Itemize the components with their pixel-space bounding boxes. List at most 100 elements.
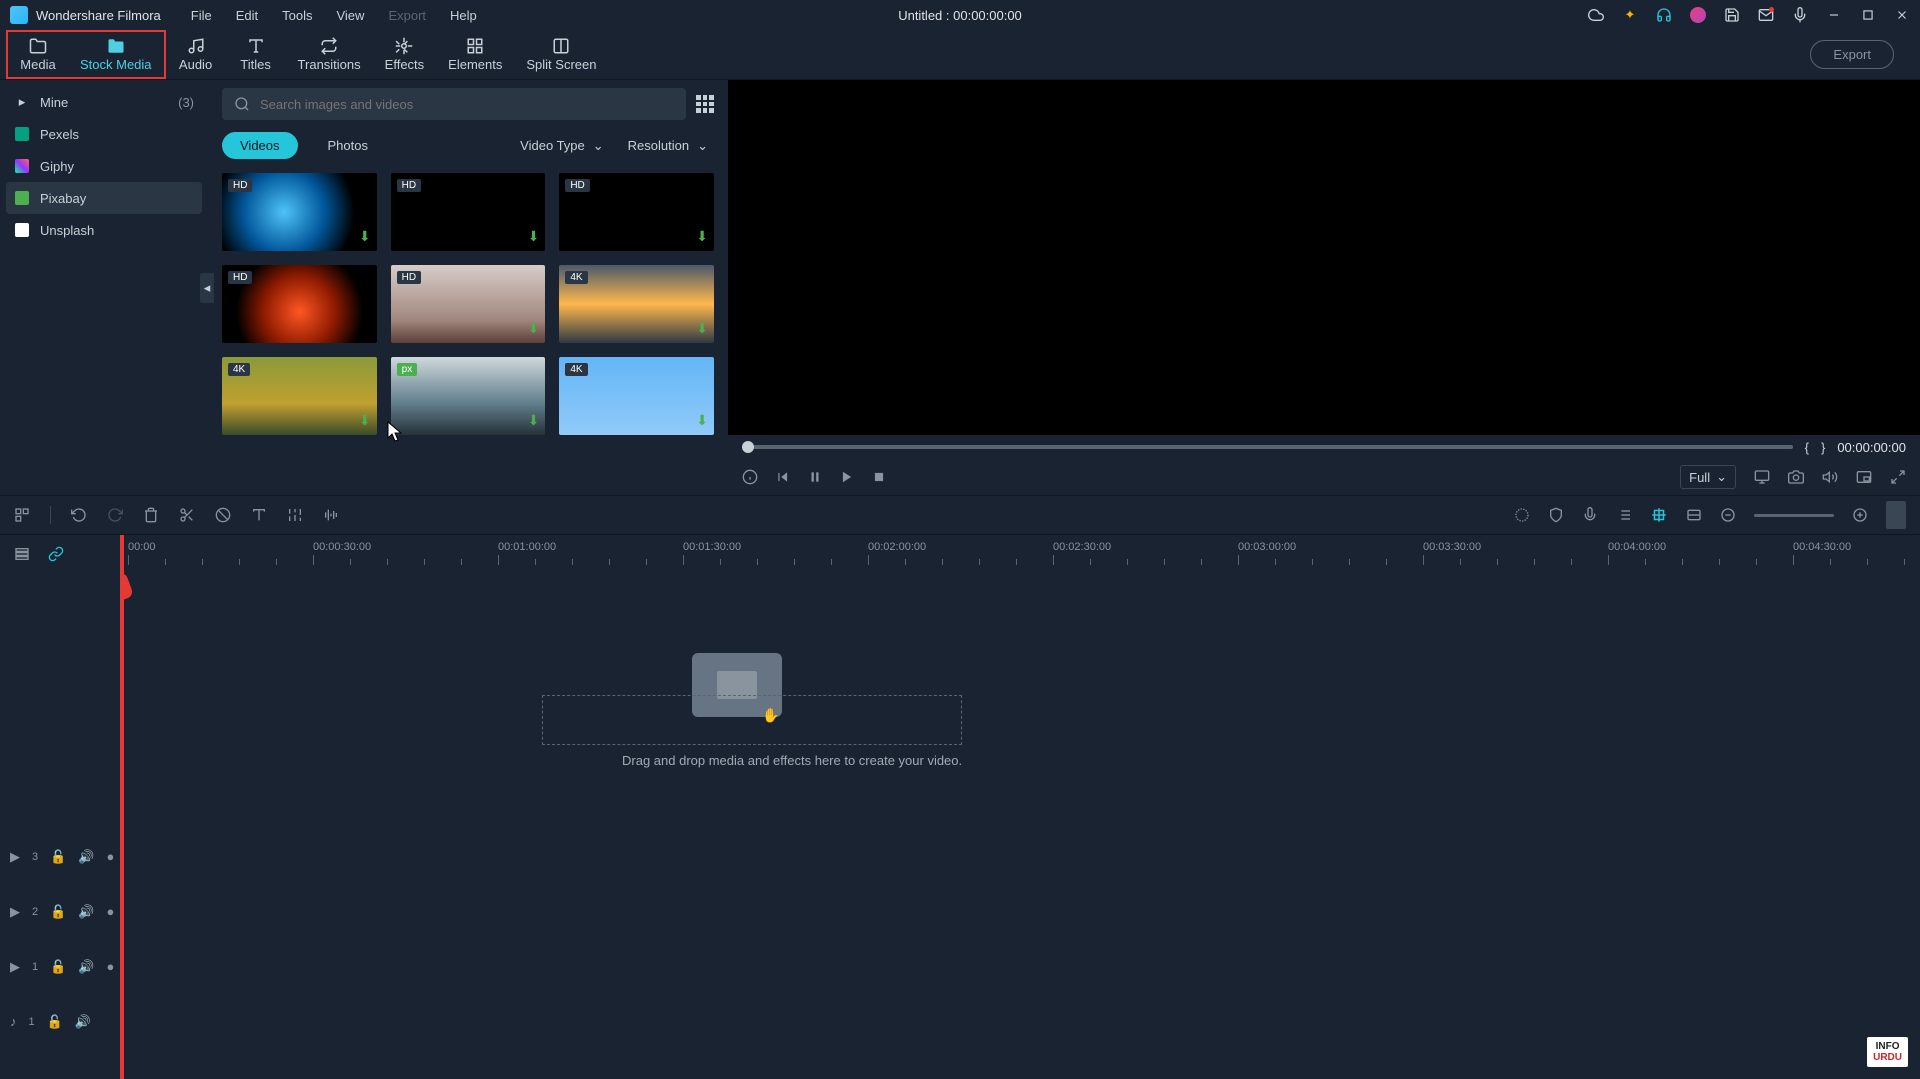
filter-photos-pill[interactable]: Photos — [310, 132, 386, 159]
menu-tools[interactable]: Tools — [282, 8, 312, 23]
auto-ripple-icon[interactable] — [1650, 506, 1668, 524]
audio-tool-icon[interactable] — [323, 507, 339, 523]
tab-elements[interactable]: Elements — [436, 30, 514, 79]
media-thumbnail[interactable]: HD — [222, 265, 377, 343]
mute-icon[interactable]: 🔊 — [75, 1014, 91, 1030]
playhead-knob[interactable] — [122, 571, 134, 600]
mute-icon[interactable]: 🔊 — [78, 959, 94, 975]
mark-out-icon[interactable]: } — [1821, 440, 1825, 455]
menu-edit[interactable]: Edit — [236, 8, 258, 23]
tab-media[interactable]: Media — [8, 32, 68, 77]
visibility-icon[interactable]: ● — [107, 904, 115, 919]
preview-viewport[interactable] — [728, 80, 1920, 435]
render-icon[interactable] — [1514, 507, 1530, 523]
mute-icon[interactable]: 🔊 — [78, 849, 94, 865]
account-icon[interactable] — [1690, 7, 1706, 23]
search-box[interactable] — [222, 88, 686, 120]
menu-view[interactable]: View — [336, 8, 364, 23]
close-icon[interactable] — [1894, 7, 1910, 23]
menu-file[interactable]: File — [191, 8, 212, 23]
filter-videos-pill[interactable]: Videos — [222, 132, 298, 159]
audio-track-1-header[interactable]: ♪1 🔓 🔊 — [0, 994, 120, 1049]
speed-icon[interactable] — [287, 507, 303, 523]
save-icon[interactable] — [1724, 7, 1740, 23]
media-thumbnail[interactable]: px⬇ — [391, 357, 546, 435]
download-icon[interactable]: ⬇ — [359, 412, 371, 429]
search-input[interactable] — [260, 97, 674, 112]
stop-icon[interactable] — [872, 470, 886, 484]
maximize-icon[interactable] — [1860, 7, 1876, 23]
grid-view-icon[interactable] — [696, 95, 714, 113]
tab-effects[interactable]: Effects — [373, 30, 437, 79]
tab-audio[interactable]: Audio — [166, 30, 226, 79]
zoom-in-icon[interactable] — [1852, 507, 1868, 523]
support-icon[interactable] — [1656, 7, 1672, 23]
sidebar-item-pexels[interactable]: Pexels — [0, 118, 208, 150]
track-manager-icon[interactable] — [14, 546, 30, 562]
media-thumbnail[interactable]: HD⬇ — [222, 173, 377, 251]
download-icon[interactable]: ⬇ — [696, 412, 708, 429]
media-thumbnail[interactable]: 4K⬇ — [222, 357, 377, 435]
download-icon[interactable]: ⬇ — [696, 228, 708, 245]
video-track-2-header[interactable]: ▶2 🔓 🔊 ● — [0, 884, 120, 939]
minimize-icon[interactable] — [1826, 7, 1842, 23]
download-icon[interactable]: ⬇ — [696, 320, 708, 337]
quality-select[interactable]: Full ⌄ — [1680, 465, 1736, 489]
playhead[interactable] — [122, 535, 124, 1079]
media-thumbnail[interactable]: 4K⬇ — [559, 357, 714, 435]
drop-zone[interactable] — [542, 695, 962, 745]
menu-export[interactable]: Export — [388, 8, 426, 23]
lock-icon[interactable]: 🔓 — [50, 959, 66, 975]
crop-icon[interactable] — [215, 507, 231, 523]
scrub-track[interactable] — [742, 445, 1793, 449]
layout-icon[interactable] — [14, 507, 30, 523]
tab-transitions[interactable]: Transitions — [286, 30, 373, 79]
redo-icon[interactable] — [107, 507, 123, 523]
sidebar-item-unsplash[interactable]: Unsplash — [0, 214, 208, 246]
menu-help[interactable]: Help — [450, 8, 477, 23]
mark-in-icon[interactable]: { — [1805, 440, 1809, 455]
export-button[interactable]: Export — [1810, 40, 1894, 69]
cloud-icon[interactable] — [1588, 7, 1604, 23]
lock-icon[interactable]: 🔓 — [50, 849, 66, 865]
play-pause-icon[interactable] — [808, 470, 822, 484]
link-icon[interactable] — [48, 546, 64, 562]
lock-icon[interactable]: 🔓 — [50, 904, 66, 920]
zoom-slider[interactable] — [1754, 514, 1834, 517]
visibility-icon[interactable]: ● — [107, 849, 115, 864]
timeline-track-area[interactable]: 00:0000:00:30:0000:01:00:0000:01:30:0000… — [122, 535, 1920, 1079]
volume-icon[interactable] — [1822, 469, 1838, 485]
media-thumbnail[interactable]: 4K⬇ — [559, 265, 714, 343]
mute-icon[interactable]: 🔊 — [78, 904, 94, 920]
marker-icon[interactable] — [1548, 507, 1564, 523]
fullscreen-icon[interactable] — [1890, 469, 1906, 485]
sidebar-item-giphy[interactable]: Giphy — [0, 150, 208, 182]
media-thumbnail[interactable]: HD⬇ — [391, 265, 546, 343]
download-icon[interactable]: ⬇ — [528, 412, 540, 429]
video-type-dropdown[interactable]: Video Type ⌄ — [514, 134, 609, 158]
zoom-out-icon[interactable] — [1720, 507, 1736, 523]
collapse-sidebar-handle[interactable]: ◂ — [200, 273, 214, 303]
split-icon[interactable] — [179, 507, 195, 523]
pip-icon[interactable] — [1856, 469, 1872, 485]
snapshot-icon[interactable] — [1788, 469, 1804, 485]
message-icon[interactable] — [1758, 7, 1774, 23]
mixer-icon[interactable] — [1616, 507, 1632, 523]
delete-icon[interactable] — [143, 507, 159, 523]
prev-frame-icon[interactable] — [776, 470, 790, 484]
download-icon[interactable]: ⬇ — [528, 320, 540, 337]
text-tool-icon[interactable] — [251, 507, 267, 523]
timeline-ruler[interactable]: 00:0000:00:30:0000:01:00:0000:01:30:0000… — [122, 535, 1920, 573]
display-icon[interactable] — [1754, 469, 1770, 485]
tab-titles[interactable]: Titles — [226, 30, 286, 79]
resolution-dropdown[interactable]: Resolution ⌄ — [622, 134, 714, 158]
tab-split-screen[interactable]: Split Screen — [514, 30, 608, 79]
play-icon[interactable] — [840, 470, 854, 484]
download-icon[interactable]: ⬇ — [528, 228, 540, 245]
download-icon[interactable]: ⬇ — [359, 228, 371, 245]
tips-icon[interactable]: ✦ — [1622, 7, 1638, 23]
video-track-1-header[interactable]: ▶1 🔓 🔊 ● — [0, 939, 120, 994]
record-vo-icon[interactable] — [1582, 507, 1598, 523]
media-thumbnail[interactable]: HD⬇ — [559, 173, 714, 251]
undo-icon[interactable] — [71, 507, 87, 523]
